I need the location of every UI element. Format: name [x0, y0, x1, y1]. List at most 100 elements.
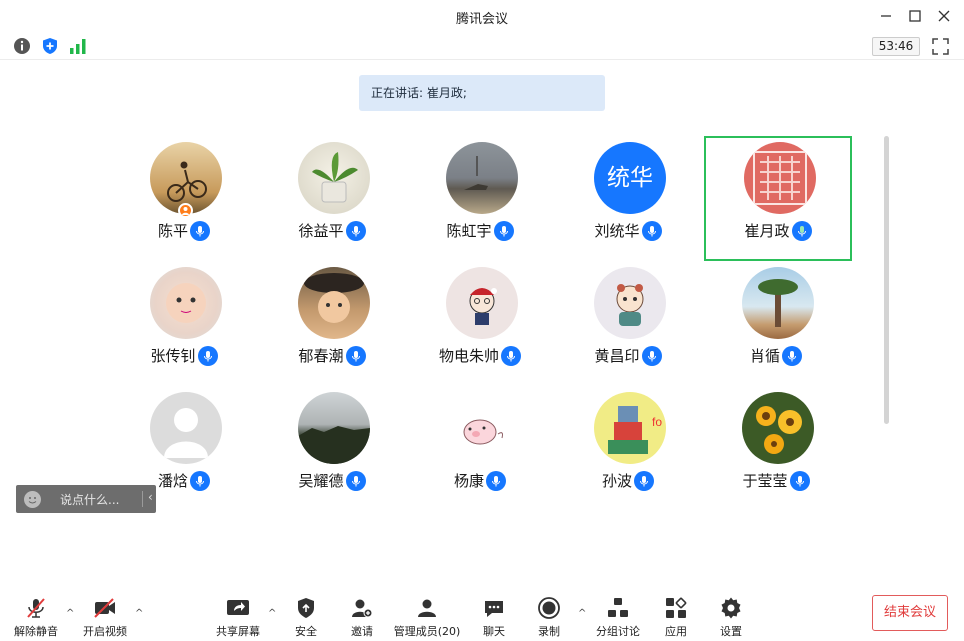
participant-name: 孙波 [601, 472, 632, 490]
add-user-icon [352, 599, 373, 618]
manage-members-button[interactable]: 管理成员(20) [393, 596, 461, 639]
close-icon[interactable] [934, 6, 954, 26]
chevron-up-icon[interactable]: ^ [135, 608, 143, 619]
mic-icon [197, 345, 218, 366]
mic-icon [641, 220, 662, 241]
settings-button[interactable]: 设置 [709, 596, 753, 639]
participant-name: 陈平 [157, 222, 188, 240]
meeting-timer: 53:46 [872, 37, 920, 56]
participant-name: 杨康 [453, 472, 484, 490]
record-label: 录制 [538, 625, 560, 638]
participant-name: 物电朱帅 [438, 347, 499, 365]
chevron-up-icon[interactable]: ^ [66, 608, 74, 619]
share-label: 共享屏幕 [216, 625, 260, 638]
mic-icon [190, 220, 210, 241]
participant-tile[interactable]: 陈平 [110, 136, 258, 261]
apps-label: 应用 [665, 625, 687, 638]
collapse-arrow-icon[interactable]: ‹ [148, 490, 153, 504]
participant-name: 崔月政 [744, 222, 790, 240]
chevron-up-icon[interactable]: ^ [578, 608, 586, 619]
participant-name: 潘焓 [157, 472, 188, 490]
apps-button[interactable]: 应用 [654, 596, 698, 639]
video-label: 开启视频 [83, 625, 127, 638]
emoji-icon[interactable] [24, 491, 41, 508]
mic-icon [493, 220, 514, 241]
shield-icon[interactable] [41, 37, 59, 55]
avatar-initials: 统华 [607, 165, 653, 191]
avatar [742, 267, 814, 339]
avatar [594, 267, 666, 339]
chat-button[interactable]: 聊天 [472, 596, 516, 639]
participant-tile[interactable]: 于莹莹 [702, 386, 850, 511]
record-button[interactable]: 录制 [527, 596, 571, 639]
video-off-icon [94, 598, 115, 618]
apps-grid-icon [666, 597, 687, 618]
participant-tile[interactable]: 张传钊 [110, 261, 258, 386]
start-video-button[interactable]: 开启视频 [79, 596, 131, 639]
avatar [150, 267, 222, 339]
mic-muted-icon [27, 598, 45, 618]
avatar [446, 392, 518, 464]
invite-button[interactable]: 邀请 [340, 596, 384, 639]
gear-icon [721, 597, 741, 619]
mic-icon [486, 470, 506, 491]
avatar [744, 142, 816, 214]
chat-label: 聊天 [483, 625, 505, 638]
mic-active-icon [791, 220, 812, 241]
unmute-label: 解除静音 [14, 625, 58, 638]
window-title: 腾讯会议 [455, 12, 508, 27]
participant-tile[interactable]: 黄昌印 [554, 261, 702, 386]
breakout-rooms-button[interactable]: 分组讨论 [592, 596, 644, 639]
svg-text:fo: fo [652, 415, 662, 429]
participant-name: 陈虹宇 [446, 222, 492, 240]
grid-scrollbar[interactable] [884, 136, 889, 424]
end-meeting-button[interactable]: 结束会议 [872, 595, 948, 631]
chat-placeholder: 说点什么... [60, 493, 120, 507]
participant-tile[interactable]: 郁春潮 [258, 261, 406, 386]
participant-name: 于莹莹 [742, 472, 788, 490]
breakout-rooms-icon [608, 598, 628, 617]
participant-tile[interactable]: 肖循 [702, 261, 850, 386]
meeting-toolbar: 解除静音 ^ 开启视频 ^ 共享屏幕 ^ 安全 邀请 管理成员(20) 聊天 录… [0, 590, 964, 641]
mic-icon [641, 345, 662, 366]
participant-tile[interactable]: 吴耀德 [258, 386, 406, 511]
mic-icon [789, 470, 810, 491]
avatar: fo [594, 392, 666, 464]
participant-tile[interactable]: 陈虹宇 [406, 136, 554, 261]
participant-tile[interactable]: fo 孙波 [554, 386, 702, 511]
chat-quick-input[interactable]: 说点什么... ‹ [16, 485, 156, 513]
participant-name: 郁春潮 [298, 347, 344, 365]
participant-name: 刘统华 [594, 222, 640, 240]
minimize-icon[interactable] [876, 6, 896, 26]
fullscreen-icon[interactable] [932, 38, 949, 55]
mic-icon [345, 220, 366, 241]
speaking-banner: 正在讲话: 崔月政; [359, 75, 605, 111]
unmute-button[interactable]: 解除静音 [10, 596, 62, 639]
participant-tile[interactable]: 物电朱帅 [406, 261, 554, 386]
settings-label: 设置 [720, 625, 742, 638]
share-screen-button[interactable]: 共享屏幕 [212, 596, 264, 639]
avatar [150, 392, 222, 464]
security-button[interactable]: 安全 [284, 596, 328, 639]
participant-tile[interactable]: 统华 刘统华 [554, 136, 702, 261]
participant-name: 肖循 [749, 347, 780, 365]
maximize-icon[interactable] [905, 6, 925, 26]
members-icon [418, 599, 436, 617]
participant-tile-active-speaker[interactable]: 崔月政 [704, 136, 852, 261]
invite-label: 邀请 [351, 625, 373, 638]
info-icon[interactable] [13, 37, 31, 55]
avatar [298, 392, 370, 464]
chevron-up-icon[interactable]: ^ [268, 608, 276, 619]
participant-tile[interactable]: 徐益平 [258, 136, 406, 261]
participant-name: 徐益平 [298, 222, 344, 240]
avatar [742, 392, 814, 464]
participant-tile[interactable]: 杨康 [406, 386, 554, 511]
mic-icon [782, 345, 802, 366]
title-bar: 腾讯会议 [0, 0, 964, 32]
record-icon [538, 597, 560, 619]
divider [142, 491, 143, 507]
avatar [298, 142, 370, 214]
mic-icon [634, 470, 654, 491]
signal-icon[interactable] [69, 37, 87, 55]
participant-name: 张传钊 [150, 347, 196, 365]
